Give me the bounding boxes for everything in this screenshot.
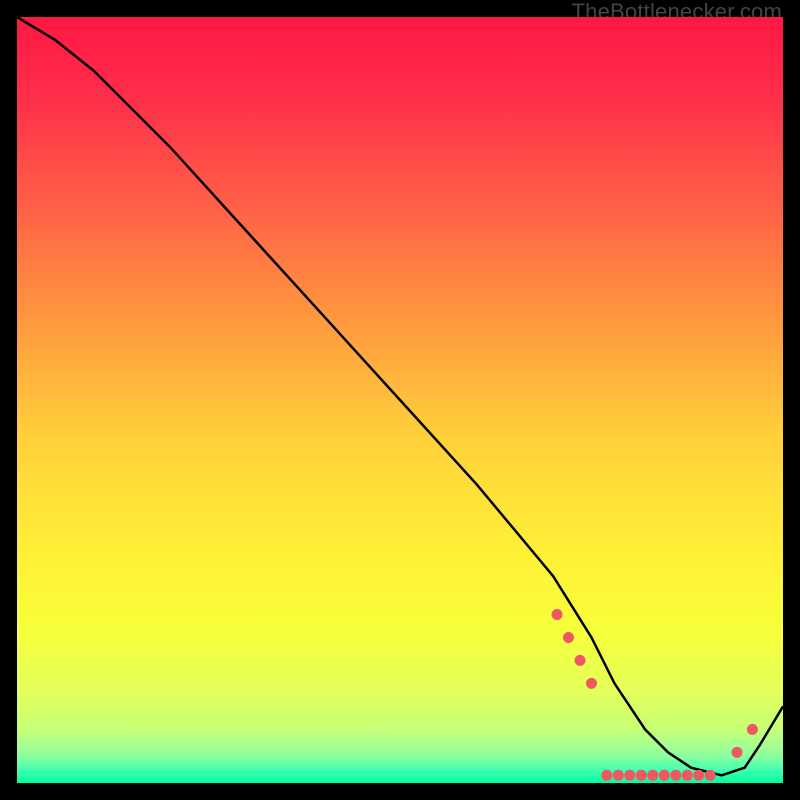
chart-svg [17, 17, 783, 783]
markers-group [552, 609, 758, 781]
data-marker [563, 632, 574, 643]
data-marker [693, 770, 704, 781]
data-marker [682, 770, 693, 781]
data-marker [732, 747, 743, 758]
chart-container: TheBottlenecker.com [0, 0, 800, 800]
data-marker [747, 724, 758, 735]
data-marker [613, 770, 624, 781]
data-marker [647, 770, 658, 781]
curve-line [17, 17, 783, 775]
data-marker [670, 770, 681, 781]
data-marker [552, 609, 563, 620]
data-marker [636, 770, 647, 781]
data-marker [705, 770, 716, 781]
data-marker [659, 770, 670, 781]
data-marker [575, 655, 586, 666]
data-marker [601, 770, 612, 781]
data-marker [624, 770, 635, 781]
plot-area [17, 17, 783, 783]
data-marker [586, 678, 597, 689]
